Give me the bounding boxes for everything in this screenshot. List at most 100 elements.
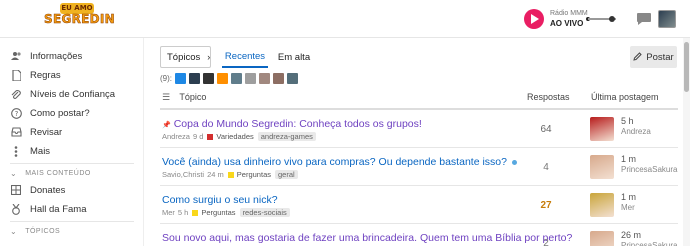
last-post-time[interactable]: 1 m xyxy=(621,154,636,164)
last-poster-avatar[interactable] xyxy=(590,155,614,179)
help-icon: ? xyxy=(10,107,22,119)
category-label: Perguntas xyxy=(236,170,271,179)
topic-column-header[interactable]: ☰ Tópico xyxy=(162,92,206,103)
online-user-avatar[interactable] xyxy=(217,72,228,84)
svg-text:?: ? xyxy=(14,110,18,118)
online-count: (9): xyxy=(160,73,172,83)
category-label: Perguntas xyxy=(201,208,236,217)
pin-icon: 📌 xyxy=(162,122,171,129)
users-icon xyxy=(10,50,22,62)
paperclip-icon xyxy=(10,88,22,100)
topic-category[interactable]: Variedades xyxy=(207,132,254,141)
last-poster-avatar[interactable] xyxy=(590,193,614,217)
online-user-avatar[interactable] xyxy=(175,72,186,84)
topic-title-text: Você (ainda) usa dinheiro vivo para comp… xyxy=(162,156,507,168)
topic-title-link[interactable]: Você (ainda) usa dinheiro vivo para comp… xyxy=(162,156,517,168)
topic-category[interactable]: Perguntas xyxy=(227,170,271,179)
section-more-content[interactable]: ⌄ MAIS CONTEÚDO xyxy=(10,169,91,178)
topic-meta: Andreza 9 d Variedades andreza-games xyxy=(162,132,316,141)
topic-title-link[interactable]: Como surgiu o seu nick? xyxy=(162,194,278,206)
topic-tag[interactable]: redes-sociais xyxy=(239,208,290,217)
topic-title-link[interactable]: 📌 Copa do Mundo Segredin: Conheça todos o… xyxy=(162,118,422,130)
more-icon xyxy=(10,145,22,157)
tab-recent[interactable]: Recentes xyxy=(222,46,268,68)
last-poster-avatar[interactable] xyxy=(590,117,614,141)
topic-age: 9 d xyxy=(192,132,204,141)
category-color-swatch xyxy=(227,171,234,178)
topics-button-label: Tópicos xyxy=(167,51,201,63)
online-user-avatar[interactable] xyxy=(273,72,284,84)
reply-count[interactable]: 4 xyxy=(526,162,566,173)
user-avatar[interactable] xyxy=(658,10,676,28)
topic-age: 24 m xyxy=(207,170,224,179)
chevron-down-icon: ⌄ xyxy=(10,227,18,236)
file-icon xyxy=(10,69,22,81)
reply-count[interactable]: 2 xyxy=(526,238,566,246)
sidebar-item-label: Como postar? xyxy=(30,107,90,119)
sidebar-item-label: Informações xyxy=(30,50,83,62)
scrollbar-thumb[interactable] xyxy=(684,42,689,92)
topic-title-text: Copa do Mundo Segredin: Conheça todos os… xyxy=(173,118,422,130)
sidebar-item-label: Níveis de Confiança xyxy=(30,88,116,100)
online-user-avatar[interactable] xyxy=(287,72,298,84)
unread-indicator xyxy=(511,159,517,165)
sidebar-item-info[interactable]: Informações xyxy=(10,48,82,64)
last-post-column-header[interactable]: Última postagem xyxy=(591,92,659,102)
reply-count[interactable]: 27 xyxy=(526,200,566,211)
inbox-icon xyxy=(10,126,22,138)
tab-trending[interactable]: Em alta xyxy=(272,46,316,68)
row-divider xyxy=(160,147,678,148)
chat-icon[interactable] xyxy=(636,12,652,26)
topic-title-link[interactable]: Sou novo aqui, mas gostaria de fazer uma… xyxy=(162,232,572,244)
last-post-time[interactable]: 26 m xyxy=(621,230,641,240)
online-user-avatar[interactable] xyxy=(189,72,200,84)
replies-column-header[interactable]: Respostas xyxy=(527,92,570,102)
reply-count[interactable]: 64 xyxy=(526,124,566,135)
online-users: (9): xyxy=(160,72,298,84)
sidebar-item-review[interactable]: Revisar xyxy=(10,124,62,140)
pencil-icon xyxy=(633,51,642,63)
site-logo[interactable]: EU AMO SEGREDIN xyxy=(44,3,115,33)
topic-tag[interactable]: geral xyxy=(275,170,298,179)
sidebar-item-label: Donates xyxy=(30,184,66,196)
last-post-time[interactable]: 5 h xyxy=(621,116,634,126)
sidebar-item-rules[interactable]: Regras xyxy=(10,67,61,83)
tab-label: Em alta xyxy=(277,51,311,63)
section-label: MAIS CONTEÚDO xyxy=(25,170,91,177)
section-topics[interactable]: ⌄ TÓPICOS xyxy=(10,227,60,236)
category-label: Variedades xyxy=(216,132,254,141)
row-divider xyxy=(160,223,678,224)
online-user-avatar[interactable] xyxy=(231,72,242,84)
play-button[interactable] xyxy=(524,9,544,29)
topics-dropdown-button[interactable]: Tópicos › xyxy=(160,46,211,68)
logo-wordmark: SEGREDIN xyxy=(44,12,115,27)
sidebar-item-hall-of-fame[interactable]: Hall da Fama xyxy=(10,201,87,217)
sidebar-item-how-to-post[interactable]: ? Como postar? xyxy=(10,105,90,121)
sidebar-item-trust-levels[interactable]: Níveis de Confiança xyxy=(10,86,115,102)
sidebar-item-more[interactable]: Mais xyxy=(10,143,50,159)
online-user-avatar[interactable] xyxy=(259,72,270,84)
online-user-avatar[interactable] xyxy=(245,72,256,84)
list-icon: ☰ xyxy=(162,92,171,102)
topic-author[interactable]: Savio,Christi xyxy=(162,170,204,179)
topic-author[interactable]: Andreza xyxy=(162,132,190,141)
last-poster-avatar[interactable] xyxy=(590,231,614,246)
topic-meta: Savio,Christi 24 m Perguntas geral xyxy=(162,170,298,179)
last-post-time[interactable]: 1 m xyxy=(621,192,636,202)
topic-category[interactable]: Perguntas xyxy=(192,208,236,217)
last-poster-name: PrincesaSakura xyxy=(621,241,678,246)
medal-icon xyxy=(10,203,22,215)
topic-title-text: Como surgiu o seu nick? xyxy=(162,194,278,206)
online-user-avatar[interactable] xyxy=(203,72,214,84)
top-header: EU AMO SEGREDIN Rádio MMM AO VIVO xyxy=(0,0,690,38)
topic-title-text: Sou novo aqui, mas gostaria de fazer uma… xyxy=(162,232,573,244)
volume-slider-handle[interactable] xyxy=(609,16,615,22)
topic-tag[interactable]: andreza-games xyxy=(257,132,316,141)
sidebar-item-donates[interactable]: Donates xyxy=(10,182,65,198)
new-post-button[interactable]: Postar xyxy=(630,46,677,68)
sidebar-item-label: Hall da Fama xyxy=(30,203,87,215)
section-label: TÓPICOS xyxy=(25,228,61,235)
topic-author[interactable]: Mer xyxy=(162,208,175,217)
row-divider xyxy=(160,185,678,186)
last-poster-name: Mer xyxy=(621,203,635,212)
